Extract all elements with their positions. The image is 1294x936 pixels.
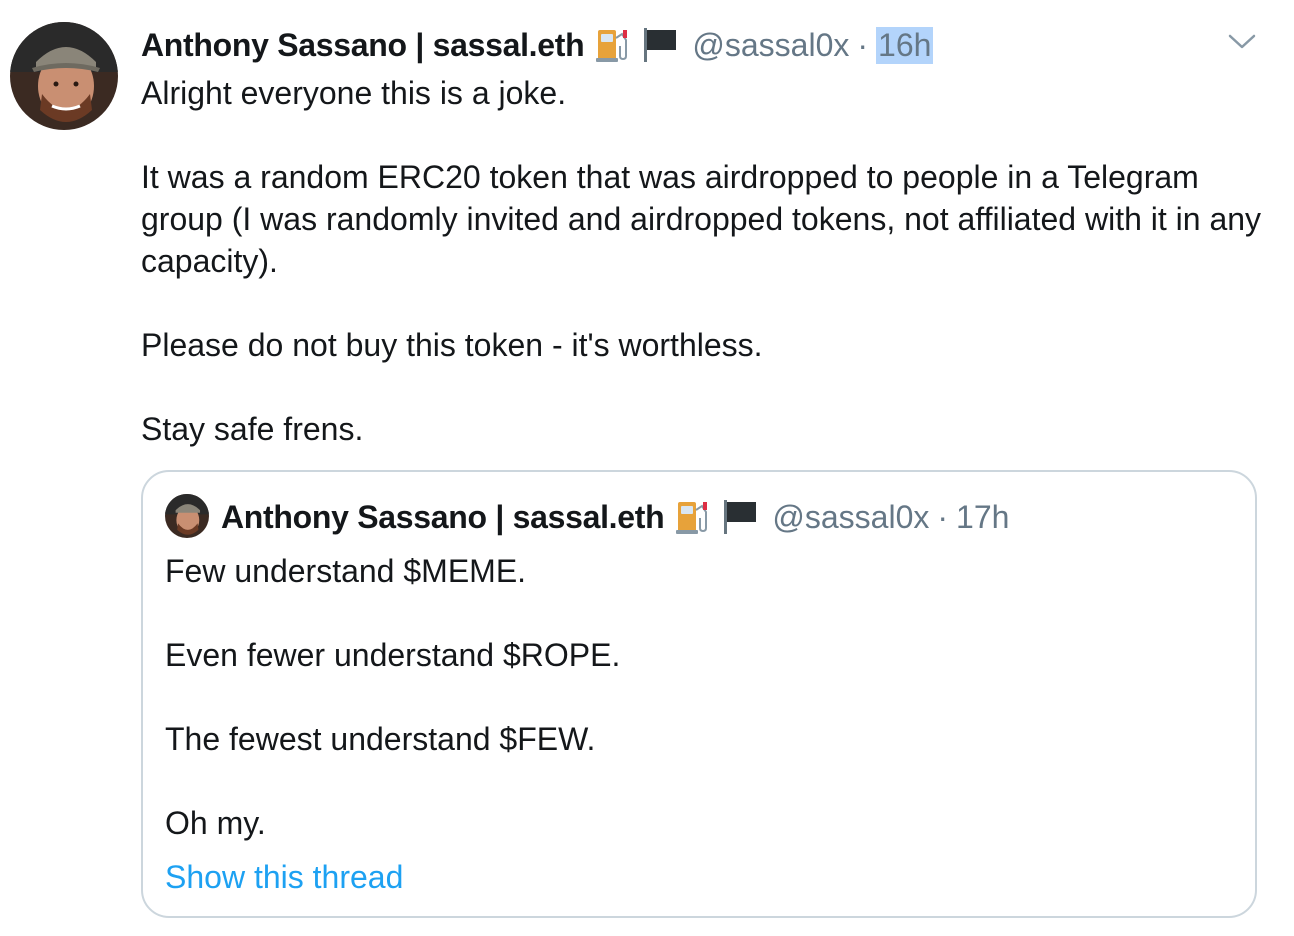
chevron-down-icon[interactable] — [1226, 30, 1258, 52]
black-flag-icon — [722, 498, 758, 536]
tweet-paragraph: Please do not buy this token - it's wort… — [141, 327, 763, 363]
quoted-avatar — [165, 494, 209, 538]
author-handle[interactable]: @sassal0x — [692, 27, 849, 64]
tweet-text: Alright everyone this is a joke. It was … — [141, 72, 1271, 450]
quoted-tweet-text: Few understand $MEME. Even fewer underst… — [165, 550, 1225, 844]
fuel-pump-icon — [596, 26, 630, 64]
tweet-paragraph: Alright everyone this is a joke. — [141, 75, 567, 111]
quoted-author-name: Anthony Sassano | sassal.eth — [221, 498, 665, 535]
separator-dot: · — [937, 498, 949, 535]
tweet-paragraph: It was a random ERC20 token that was air… — [141, 159, 1270, 279]
quoted-paragraph: Oh my. — [165, 805, 266, 841]
black-flag-icon — [642, 26, 678, 64]
quoted-tweet-timestamp: 17h — [956, 498, 1010, 535]
quoted-tweet-card[interactable]: Anthony Sassano | sassal.eth @sassal0x ·… — [141, 470, 1257, 918]
tweet-header: Anthony Sassano | sassal.eth @sassal0x ·… — [141, 22, 934, 68]
tweet-paragraph: Stay safe frens. — [141, 411, 364, 447]
quoted-paragraph: The fewest understand $FEW. — [165, 721, 596, 757]
quoted-paragraph: Even fewer understand $ROPE. — [165, 637, 621, 673]
tweet-timestamp[interactable]: 16h — [876, 26, 934, 64]
quoted-tweet-header: Anthony Sassano | sassal.eth @sassal0x ·… — [221, 496, 1009, 538]
separator-dot: · — [857, 26, 869, 63]
fuel-pump-icon — [676, 498, 710, 536]
show-thread-link[interactable]: Show this thread — [165, 856, 403, 898]
avatar[interactable] — [10, 22, 118, 130]
quoted-paragraph: Few understand $MEME. — [165, 553, 527, 589]
quoted-author-handle: @sassal0x — [772, 498, 930, 535]
author-name[interactable]: Anthony Sassano | sassal.eth — [141, 27, 585, 64]
